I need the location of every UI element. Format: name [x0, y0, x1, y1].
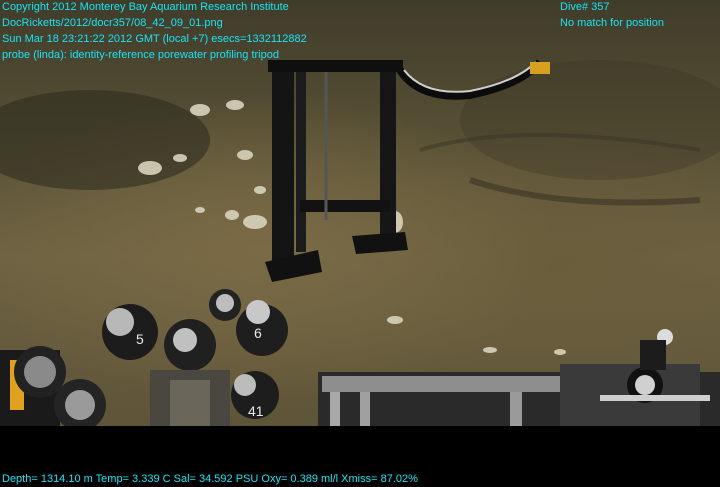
tube-label-6: 6 — [254, 325, 262, 341]
scene-illustration: 5 6 41 — [0, 59, 720, 426]
overlay-file-path: DocRicketts/2012/docr357/08_42_09_01.png — [2, 17, 223, 29]
overlay-sensor-readout: Depth= 1314.10 m Temp= 3.339 C Sal= 34.5… — [2, 473, 418, 485]
overlay-top-left: Copyright 2012 Monterey Bay Aquarium Res… — [2, 0, 307, 63]
overlay-copyright: Copyright 2012 Monterey Bay Aquarium Res… — [2, 1, 289, 13]
overlay-probe-description: probe (linda): identity-reference porewa… — [2, 49, 279, 61]
tube-label-41: 41 — [248, 403, 264, 419]
overlay-top-right: Dive# 357 No match for position — [560, 0, 664, 31]
sample-tubes: 5 6 41 — [0, 289, 288, 426]
overlay-position-status: No match for position — [560, 17, 664, 29]
rov-tray — [318, 329, 720, 426]
overlay-dive-number: Dive# 357 — [560, 1, 610, 13]
tube-label-5: 5 — [136, 331, 144, 347]
video-frame: 5 6 41 Copyright 2012 Monterey Bay Aquar — [0, 0, 720, 486]
overlay-timestamp: Sun Mar 18 23:21:22 2012 GMT (local +7) … — [2, 33, 307, 45]
seafloor-scene: 5 6 41 — [0, 0, 720, 426]
